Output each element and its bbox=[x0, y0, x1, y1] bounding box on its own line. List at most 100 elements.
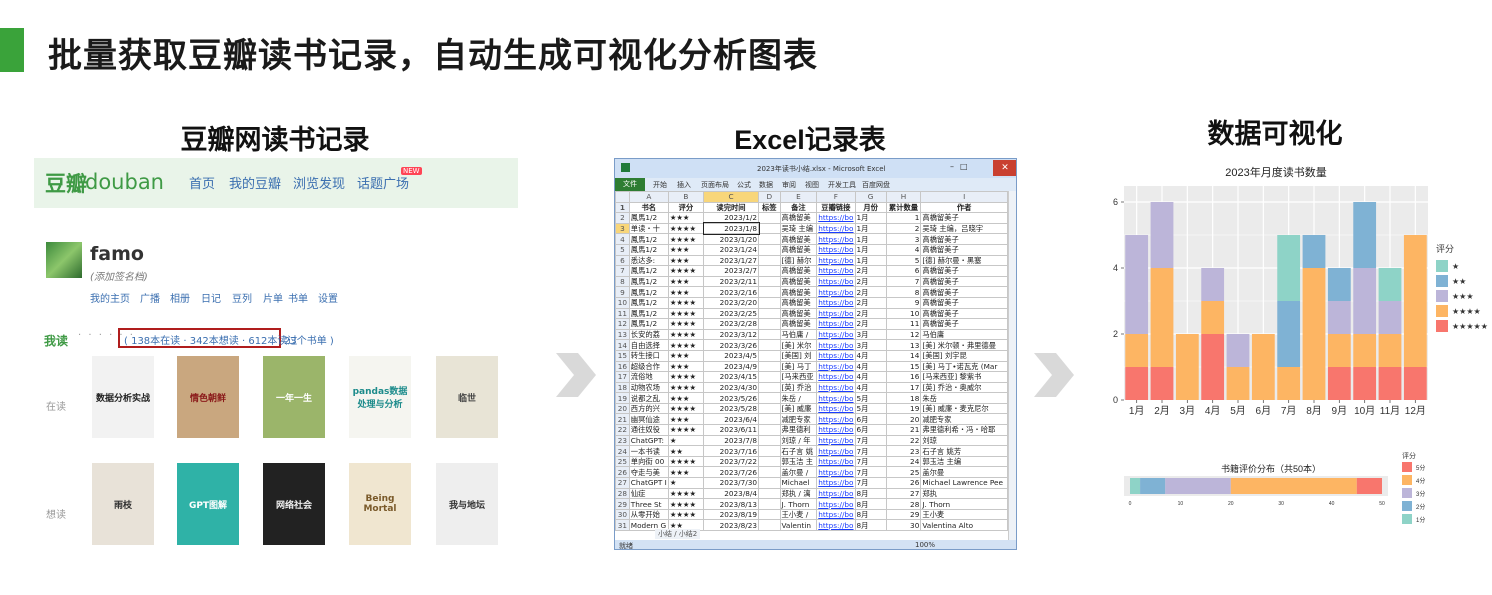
reading-book-cover[interactable]: 情色朝鲜 bbox=[177, 356, 239, 438]
table-cell[interactable] bbox=[758, 360, 781, 373]
table-cell[interactable]: 高橋留美 bbox=[779, 318, 818, 330]
chart1-bar-segment[interactable] bbox=[1251, 334, 1275, 400]
column-header[interactable]: G bbox=[854, 191, 887, 203]
table-cell[interactable]: https://bo bbox=[816, 318, 856, 330]
chart1-bar-segment[interactable] bbox=[1327, 301, 1351, 334]
table-cell[interactable]: ★★★★ bbox=[667, 318, 705, 330]
table-cell[interactable]: 23 bbox=[885, 445, 922, 457]
table-cell[interactable]: [德] 赫尔曼・黑塞 bbox=[920, 254, 1008, 267]
table-cell[interactable] bbox=[758, 455, 781, 468]
row-number[interactable]: 26 bbox=[615, 466, 630, 479]
table-cell[interactable]: 25 bbox=[885, 466, 922, 479]
table-cell[interactable]: 吴琦 主编 bbox=[779, 222, 818, 235]
table-cell[interactable]: 刘琼 / 年 bbox=[779, 434, 818, 447]
table-cell[interactable]: 动物农场 bbox=[628, 381, 669, 394]
row-number[interactable]: 21 bbox=[615, 413, 630, 426]
chart1-bar-segment[interactable] bbox=[1150, 202, 1174, 268]
table-cell[interactable]: [美] 米尔顿・弗里德曼 bbox=[920, 339, 1008, 351]
table-cell[interactable] bbox=[758, 392, 781, 404]
nav-explore[interactable]: 浏览发现 bbox=[293, 173, 345, 192]
nav-home[interactable]: 首页 bbox=[189, 173, 215, 192]
table-cell[interactable]: https://bo bbox=[816, 222, 856, 235]
table-cell[interactable]: 单读・十 bbox=[628, 222, 669, 235]
table-cell[interactable]: 鳳馬1/2 bbox=[628, 307, 669, 320]
table-cell[interactable]: 郭玉洁 主编 bbox=[920, 455, 1008, 468]
ribbon-tab-developer[interactable]: 开发工具 bbox=[828, 180, 856, 190]
table-cell[interactable]: 2 bbox=[885, 222, 922, 235]
table-cell[interactable]: 5月 bbox=[854, 392, 887, 404]
table-cell[interactable]: 1月 bbox=[854, 222, 887, 235]
chart1-bar-segment[interactable] bbox=[1327, 367, 1351, 400]
vertical-scrollbar[interactable] bbox=[1008, 191, 1016, 540]
table-cell[interactable] bbox=[758, 328, 781, 341]
window-controls-icon[interactable]: –□ bbox=[950, 162, 990, 174]
table-cell[interactable] bbox=[758, 434, 781, 447]
table-cell[interactable]: 减肥专家 bbox=[779, 413, 818, 426]
table-cell[interactable]: Michael Lawrence Pee bbox=[920, 477, 1008, 489]
table-cell[interactable]: 2023/1/2 bbox=[703, 212, 760, 224]
table-cell[interactable]: ★★★★ bbox=[667, 371, 705, 383]
ribbon-tab-home[interactable]: 开始 bbox=[653, 180, 667, 190]
table-cell[interactable]: 13 bbox=[885, 339, 922, 351]
table-cell[interactable] bbox=[758, 487, 781, 500]
table-cell[interactable]: [美国] 刘 bbox=[779, 349, 818, 362]
table-cell[interactable]: 高橋留美子 bbox=[920, 243, 1008, 256]
table-cell[interactable] bbox=[758, 424, 781, 436]
table-cell[interactable]: 22 bbox=[885, 434, 922, 447]
chart2-bar-segment[interactable] bbox=[1140, 478, 1166, 494]
table-cell[interactable]: https://bo bbox=[816, 328, 856, 341]
table-cell[interactable]: 高橋留美 bbox=[779, 243, 818, 256]
row-number[interactable]: 25 bbox=[615, 455, 630, 468]
chart1-bar-segment[interactable] bbox=[1403, 235, 1427, 367]
chart2-bar-segment[interactable] bbox=[1165, 478, 1231, 494]
table-cell[interactable]: 15 bbox=[885, 360, 922, 373]
table-cell[interactable]: 长安的荔 bbox=[628, 328, 669, 341]
table-cell[interactable]: ChatGPT: bbox=[628, 434, 669, 447]
table-cell[interactable] bbox=[758, 498, 781, 510]
table-cell[interactable]: 盖尔曼 / bbox=[779, 466, 818, 479]
table-cell[interactable] bbox=[758, 233, 781, 245]
ribbon-tab-file[interactable]: 文件 bbox=[615, 178, 645, 191]
chart1-bar-segment[interactable] bbox=[1353, 268, 1377, 334]
table-cell[interactable]: 7月 bbox=[854, 434, 887, 447]
chart1-bar-segment[interactable] bbox=[1378, 301, 1402, 334]
table-cell[interactable]: 7月 bbox=[854, 466, 887, 479]
table-cell[interactable]: https://bo bbox=[816, 254, 856, 267]
row-number[interactable]: 6 bbox=[615, 254, 630, 267]
row-number[interactable]: 29 bbox=[615, 498, 630, 510]
table-cell[interactable]: 8月 bbox=[854, 487, 887, 500]
row-number[interactable]: 28 bbox=[615, 487, 630, 500]
table-cell[interactable]: 朱岳 bbox=[920, 392, 1008, 404]
row-number[interactable]: 3 bbox=[615, 222, 630, 235]
row-number[interactable]: 13 bbox=[615, 328, 630, 341]
chart1-bar-segment[interactable] bbox=[1175, 334, 1199, 400]
row-number[interactable]: 9 bbox=[615, 286, 630, 298]
table-cell[interactable]: 6月 bbox=[854, 413, 887, 426]
table-cell[interactable]: 石子言 姚 bbox=[779, 445, 818, 457]
table-cell[interactable]: 高橋留美 bbox=[779, 286, 818, 298]
avatar[interactable] bbox=[46, 242, 82, 278]
header-cell[interactable]: 标签 bbox=[758, 201, 781, 214]
table-cell[interactable]: 马伯庸 bbox=[920, 328, 1008, 341]
row-number[interactable]: 2 bbox=[615, 212, 630, 224]
table-cell[interactable]: 2023/3/26 bbox=[703, 339, 760, 351]
close-icon[interactable]: ✕ bbox=[993, 160, 1016, 176]
table-cell[interactable]: 高橋留美子 bbox=[920, 296, 1008, 309]
table-cell[interactable] bbox=[758, 212, 781, 224]
reading-book-cover[interactable]: 一年一生 bbox=[263, 356, 325, 438]
table-cell[interactable]: https://bo bbox=[816, 424, 856, 436]
row-number[interactable]: 1 bbox=[615, 201, 630, 214]
table-cell[interactable]: 夺走与美 bbox=[628, 466, 669, 479]
chart1-bar-segment[interactable] bbox=[1378, 268, 1402, 301]
table-cell[interactable]: ★★★★ bbox=[667, 508, 705, 521]
table-cell[interactable]: https://bo bbox=[816, 466, 856, 479]
row-number[interactable]: 22 bbox=[615, 424, 630, 436]
table-cell[interactable]: https://bo bbox=[816, 349, 856, 362]
table-cell[interactable] bbox=[758, 413, 781, 426]
chart1-bar-segment[interactable] bbox=[1302, 235, 1326, 268]
table-cell[interactable]: 8月 bbox=[854, 519, 887, 531]
ribbon-tab-formula[interactable]: 公式 bbox=[737, 180, 751, 190]
ribbon-tab-data[interactable]: 数据 bbox=[759, 180, 773, 190]
table-cell[interactable]: 18 bbox=[885, 392, 922, 404]
table-cell[interactable]: 转生接口 bbox=[628, 349, 669, 362]
